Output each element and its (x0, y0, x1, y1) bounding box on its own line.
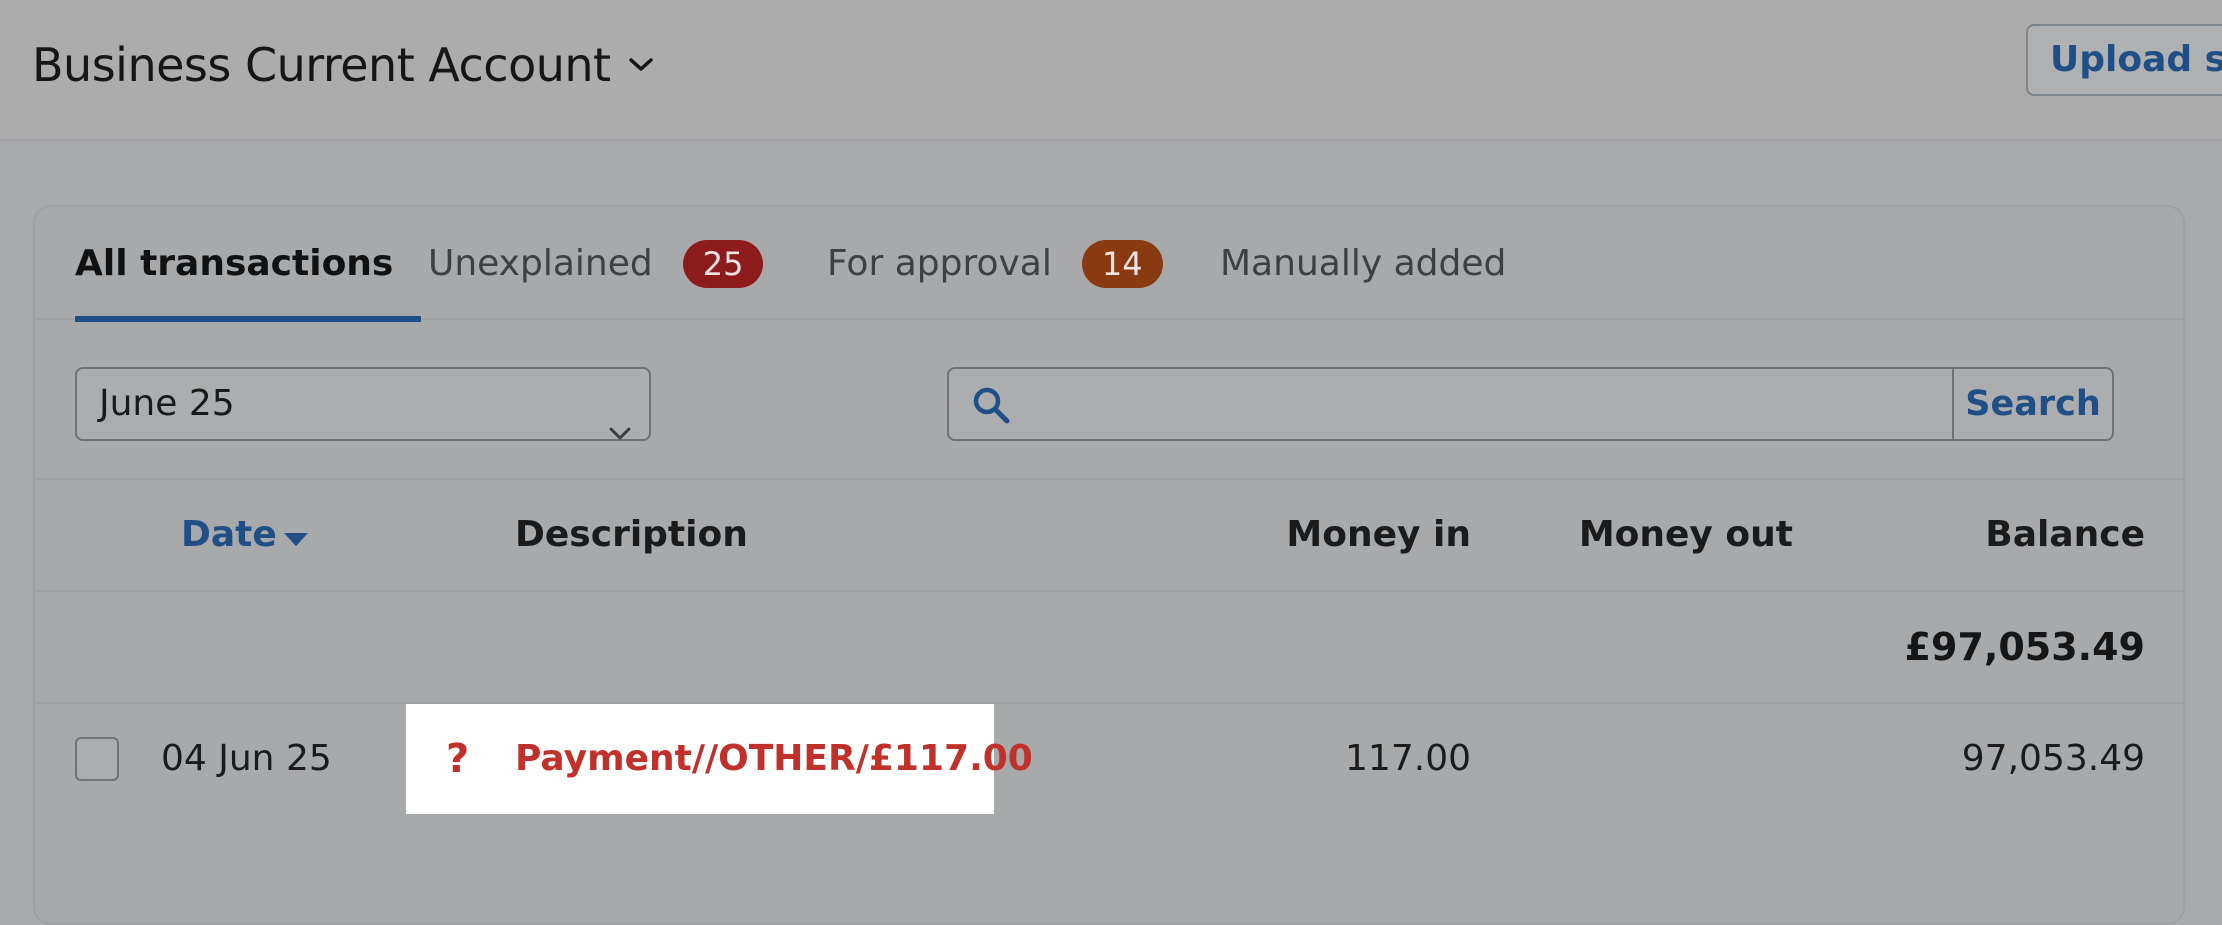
top-bar: Business Current Account Upload statemen… (0, 0, 2222, 141)
filter-bar: June 25 Search (35, 320, 2183, 480)
tab-for-approval[interactable]: For approval 14 (827, 207, 1163, 320)
search-button[interactable]: Search (1952, 369, 2112, 439)
table-header: Date Description Money in Money out Bala… (35, 480, 2183, 592)
month-select-value: June 25 (99, 383, 235, 424)
chevron-down-icon (609, 395, 631, 465)
column-description: Description (515, 514, 748, 555)
opening-balance-row: £97,053.49 (35, 592, 2183, 704)
tab-label: All transactions (75, 243, 394, 284)
tab-unexplained[interactable]: Unexplained 25 (428, 207, 764, 320)
description-cell[interactable]: ? Payment//OTHER/£117.00 (406, 704, 1033, 814)
upload-statement-button[interactable]: Upload statement (2026, 24, 2222, 96)
chevron-down-icon (628, 57, 653, 73)
column-balance: Balance (1985, 514, 2145, 555)
table-row[interactable]: 04 Jun 25 ? Payment//OTHER/£117.00 117.0… (35, 704, 2183, 816)
month-select[interactable]: June 25 (75, 367, 651, 441)
column-date-sort[interactable]: Date (181, 480, 309, 590)
transaction-balance: 97,053.49 (1961, 738, 2145, 779)
tab-all-transactions[interactable]: All transactions (75, 207, 421, 322)
transaction-description-link[interactable]: Payment//OTHER/£117.00 (515, 704, 1033, 814)
account-title: Business Current Account (32, 38, 611, 92)
row-checkbox[interactable] (75, 737, 119, 781)
search-icon (971, 385, 1011, 429)
tab-label: Unexplained (428, 243, 653, 284)
transactions-panel: All transactions Unexplained 25 For appr… (33, 205, 2185, 925)
transaction-money-in: 117.00 (1345, 738, 1471, 779)
sort-desc-icon (283, 481, 309, 591)
tab-manually-added[interactable]: Manually added (1220, 207, 1506, 320)
search-box: Search (947, 367, 2114, 441)
opening-balance: £97,053.49 (1904, 625, 2145, 669)
unexplained-count-badge: 25 (682, 239, 764, 288)
account-selector[interactable]: Business Current Account (32, 38, 653, 92)
transaction-date: 04 Jun 25 (161, 738, 332, 779)
tab-label: Manually added (1220, 243, 1507, 284)
tab-label: For approval (827, 243, 1052, 284)
approval-count-badge: 14 (1081, 239, 1163, 288)
search-input[interactable] (1029, 369, 1983, 439)
column-money-out: Money out (1578, 514, 1793, 555)
unexplained-question-icon: ? (446, 736, 470, 782)
column-date-label: Date (181, 514, 277, 555)
tab-bar: All transactions Unexplained 25 For appr… (35, 207, 2183, 322)
column-money-in: Money in (1286, 514, 1471, 555)
